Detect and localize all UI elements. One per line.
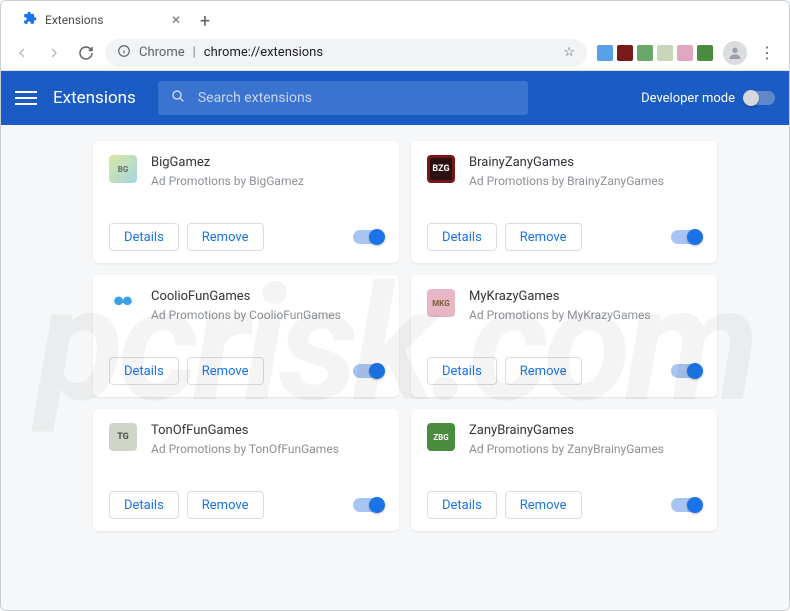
toolbar-ext-icon[interactable] bbox=[637, 45, 653, 61]
remove-button[interactable]: Remove bbox=[187, 357, 264, 385]
browser-toolbar: Chrome | chrome://extensions ☆ ⋮ bbox=[1, 35, 789, 71]
remove-button[interactable]: Remove bbox=[187, 491, 264, 519]
extension-description: Ad Promotions by MyKrazyGames bbox=[469, 308, 701, 322]
browser-window: ─ ☐ ✕ Extensions ✕ + Chrome | bbox=[0, 0, 790, 611]
extension-icon: BZG bbox=[427, 155, 455, 183]
details-button[interactable]: Details bbox=[427, 491, 497, 519]
toolbar-ext-icon[interactable] bbox=[677, 45, 693, 61]
details-button[interactable]: Details bbox=[109, 491, 179, 519]
developer-mode-toggle[interactable] bbox=[745, 91, 775, 105]
chrome-menu-button[interactable]: ⋮ bbox=[753, 43, 781, 62]
toolbar-ext-icon[interactable] bbox=[597, 45, 613, 61]
extension-name: CoolioFunGames bbox=[151, 289, 383, 304]
search-extensions-bar[interactable] bbox=[158, 81, 528, 115]
extension-enable-toggle[interactable] bbox=[671, 498, 701, 512]
extension-icon: MKG bbox=[427, 289, 455, 317]
extension-description: Ad Promotions by CoolioFunGames bbox=[151, 308, 383, 322]
extension-card: BG BigGamez Ad Promotions by BigGamez Detai… bbox=[93, 141, 399, 263]
extension-name: TonOfFunGames bbox=[151, 423, 383, 438]
extension-name: BigGamez bbox=[151, 155, 383, 170]
bookmark-star-icon[interactable]: ☆ bbox=[563, 45, 575, 60]
extension-enable-toggle[interactable] bbox=[353, 498, 383, 512]
omni-url: chrome://extensions bbox=[204, 45, 323, 60]
toolbar-ext-icon[interactable] bbox=[657, 45, 673, 61]
omnibox[interactable]: Chrome | chrome://extensions ☆ bbox=[105, 39, 587, 67]
profile-avatar[interactable] bbox=[723, 41, 747, 65]
search-input[interactable] bbox=[198, 90, 516, 106]
details-button[interactable]: Details bbox=[427, 357, 497, 385]
extension-icon bbox=[109, 289, 137, 317]
details-button[interactable]: Details bbox=[427, 223, 497, 251]
search-icon bbox=[170, 88, 186, 108]
close-tab-icon[interactable]: ✕ bbox=[171, 13, 181, 27]
extension-toolbar-icons bbox=[593, 45, 717, 61]
browser-tab[interactable]: Extensions ✕ bbox=[13, 5, 191, 35]
extensions-content: BG BigGamez Ad Promotions by BigGamez Detai… bbox=[1, 125, 789, 610]
tab-title: Extensions bbox=[45, 13, 103, 27]
developer-mode-label: Developer mode bbox=[641, 91, 735, 106]
omni-separator: | bbox=[193, 45, 196, 60]
extension-icon: TG bbox=[109, 423, 137, 451]
extensions-grid: BG BigGamez Ad Promotions by BigGamez Detai… bbox=[93, 141, 717, 531]
extension-enable-toggle[interactable] bbox=[671, 230, 701, 244]
extension-name: BrainyZanyGames bbox=[469, 155, 701, 170]
extension-card: TG TonOfFunGames Ad Promotions by TonOfFun… bbox=[93, 409, 399, 531]
remove-button[interactable]: Remove bbox=[505, 223, 582, 251]
extension-enable-toggle[interactable] bbox=[671, 364, 701, 378]
toolbar-ext-icon[interactable] bbox=[617, 45, 633, 61]
extension-card: ZBG ZanyBrainyGames Ad Promotions by ZanyB… bbox=[411, 409, 717, 531]
extension-icon: BG bbox=[109, 155, 137, 183]
extension-card: MKG MyKrazyGames Ad Promotions by MyKrazyG… bbox=[411, 275, 717, 397]
omni-host: Chrome bbox=[139, 45, 185, 60]
extension-description: Ad Promotions by BigGamez bbox=[151, 174, 383, 188]
site-info-icon[interactable] bbox=[117, 44, 131, 62]
toolbar-ext-icon[interactable] bbox=[697, 45, 713, 61]
tab-strip: Extensions ✕ + bbox=[1, 1, 789, 35]
extension-card: BZG BrainyZanyGames Ad Promotions by Brain… bbox=[411, 141, 717, 263]
new-tab-button[interactable]: + bbox=[191, 7, 219, 35]
page-title: Extensions bbox=[53, 88, 136, 108]
remove-button[interactable]: Remove bbox=[187, 223, 264, 251]
back-button[interactable] bbox=[9, 40, 35, 66]
extension-description: Ad Promotions by BrainyZanyGames bbox=[469, 174, 701, 188]
extension-description: Ad Promotions by TonOfFunGames bbox=[151, 442, 383, 456]
extensions-appbar: Extensions Developer mode bbox=[1, 71, 789, 125]
extension-enable-toggle[interactable] bbox=[353, 230, 383, 244]
forward-button[interactable] bbox=[41, 40, 67, 66]
puzzle-icon bbox=[23, 11, 37, 29]
remove-button[interactable]: Remove bbox=[505, 491, 582, 519]
extension-card: CoolioFunGames Ad Promotions by CoolioFun… bbox=[93, 275, 399, 397]
remove-button[interactable]: Remove bbox=[505, 357, 582, 385]
details-button[interactable]: Details bbox=[109, 223, 179, 251]
extension-name: MyKrazyGames bbox=[469, 289, 701, 304]
hamburger-menu-icon[interactable] bbox=[15, 91, 37, 105]
reload-button[interactable] bbox=[73, 40, 99, 66]
extension-icon: ZBG bbox=[427, 423, 455, 451]
extension-enable-toggle[interactable] bbox=[353, 364, 383, 378]
developer-mode-control: Developer mode bbox=[641, 91, 775, 106]
extension-name: ZanyBrainyGames bbox=[469, 423, 701, 438]
extension-description: Ad Promotions by ZanyBrainyGames bbox=[469, 442, 701, 456]
details-button[interactable]: Details bbox=[109, 357, 179, 385]
